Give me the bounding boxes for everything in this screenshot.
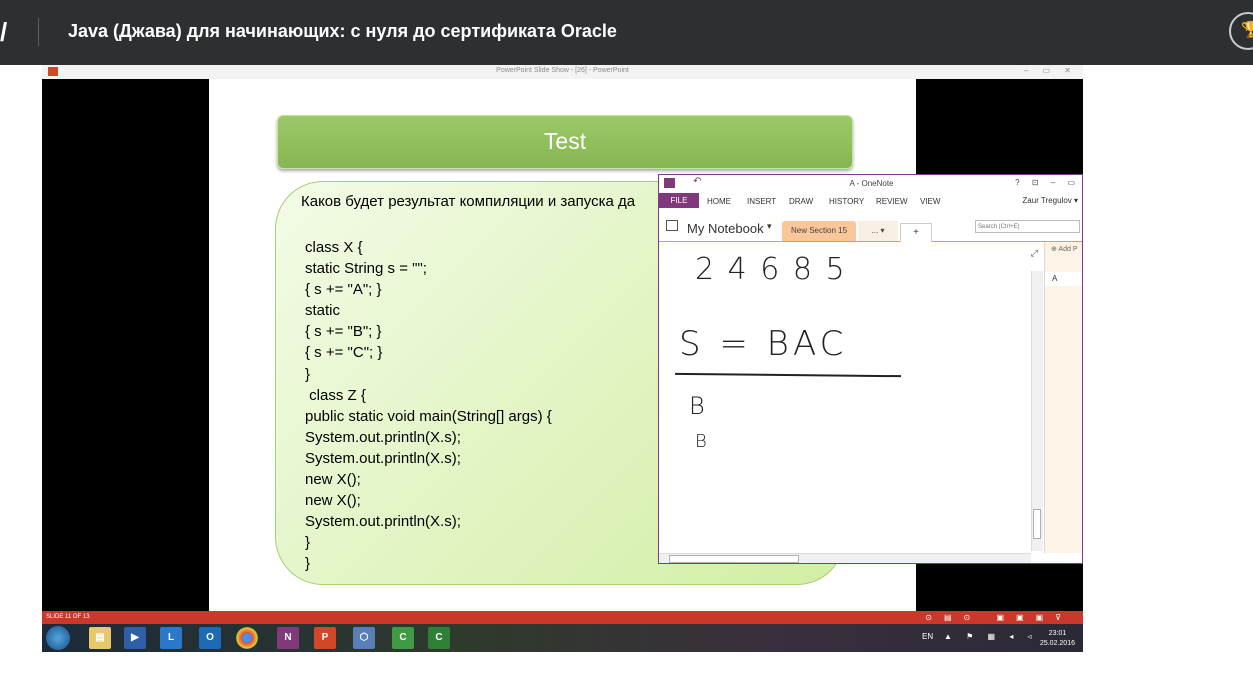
- ink-letter-b-2: B: [695, 431, 707, 452]
- language-indicator[interactable]: EN: [922, 632, 933, 641]
- clock-date: 25.02.2016: [1039, 640, 1075, 647]
- section-tab-new-section-15[interactable]: New Section 15: [782, 221, 856, 241]
- code-listing: class X { static String s = ""; { s += "…: [305, 239, 552, 573]
- add-section-button[interactable]: +: [900, 223, 932, 242]
- chevron-down-icon[interactable]: ▾: [767, 221, 772, 232]
- tab-review[interactable]: REVIEW: [876, 197, 908, 206]
- add-page-button[interactable]: ⊕ Add P: [1051, 245, 1078, 253]
- horizontal-scrollbar[interactable]: [659, 553, 1031, 563]
- page-item[interactable]: A: [1045, 272, 1082, 286]
- lync-icon[interactable]: L: [160, 627, 182, 649]
- course-header: / Java (Джава) для начинающих: с нуля до…: [0, 0, 1253, 65]
- virtualbox-icon[interactable]: ⬡: [353, 627, 375, 649]
- ink-underline: [674, 372, 902, 378]
- notebook-bar: My Notebook ▾ New Section 15 ... ▾ + Sea…: [659, 209, 1082, 242]
- slideshow-view-icons[interactable]: ⊙▤⊙ ▣▣▣⊽: [925, 613, 1073, 622]
- powerpoint-taskbar-icon[interactable]: P: [314, 627, 336, 649]
- tab-insert[interactable]: INSERT: [747, 197, 776, 206]
- clock-time: 23:01: [1048, 630, 1067, 637]
- slideshow-statusbar: SLIDE 11 OF 13 ⊙▤⊙ ▣▣▣⊽: [42, 611, 1083, 624]
- onenote-window-controls[interactable]: ? ⊡ – ▭: [1015, 178, 1080, 187]
- header-divider: [38, 18, 39, 46]
- tab-history[interactable]: HISTORY: [829, 197, 864, 206]
- media-player-icon[interactable]: ▶: [124, 627, 146, 649]
- vertical-scrollbar[interactable]: [1031, 271, 1043, 551]
- vertical-scrollbar-thumb[interactable]: [1033, 509, 1041, 539]
- progress-trophy-icon[interactable]: 🏆: [1229, 12, 1253, 50]
- tab-draw[interactable]: DRAW: [789, 197, 813, 206]
- page-list-pane: ⊕ Add P A: [1044, 242, 1082, 553]
- slide-title: Test: [543, 128, 587, 154]
- onenote-window[interactable]: ↶ A - OneNote ? ⊡ – ▭ FILE HOME INSERT D…: [658, 174, 1083, 564]
- windows-start-icon[interactable]: [46, 626, 70, 650]
- onenote-taskbar-icon[interactable]: N: [277, 627, 299, 649]
- udemy-logo[interactable]: /: [0, 18, 14, 46]
- powerpoint-window-controls[interactable]: – ▭ ✕: [1024, 66, 1077, 75]
- onenote-ribbon-tabs: FILE HOME INSERT DRAW HISTORY REVIEW VIE…: [659, 191, 1082, 209]
- tab-home[interactable]: HOME: [707, 197, 731, 206]
- system-clock[interactable]: 23:01 25.02.2016: [1040, 629, 1075, 649]
- windows-taskbar: ▤ ▶ L O N P ⬡ C C EN ▲ ⚑ ▦ ◂ ◃ 23:01 25.…: [42, 624, 1083, 652]
- tab-view[interactable]: VIEW: [920, 197, 940, 206]
- expand-icon[interactable]: ⤢: [1031, 248, 1038, 259]
- horizontal-scrollbar-thumb[interactable]: [669, 555, 799, 563]
- ink-result-line: S = BAC: [679, 324, 848, 364]
- onenote-titlebar: ↶ A - OneNote ? ⊡ – ▭: [659, 175, 1082, 191]
- ink-number-line: 2 4 6 8 5: [695, 252, 847, 287]
- slide-counter: SLIDE 11 OF 13: [46, 614, 90, 620]
- file-explorer-icon[interactable]: ▤: [89, 627, 111, 649]
- video-player[interactable]: PowerPoint Slide Show - [26] - PowerPoin…: [42, 65, 1083, 652]
- search-input[interactable]: Search (Ctrl+E): [975, 220, 1080, 233]
- powerpoint-titlebar: PowerPoint Slide Show - [26] - PowerPoin…: [42, 65, 1083, 79]
- course-title[interactable]: Java (Джава) для начинающих: с нуля до с…: [68, 21, 617, 42]
- camtasia-recorder-icon[interactable]: C: [428, 627, 450, 649]
- section-tab-more[interactable]: ... ▾: [858, 221, 898, 241]
- notebook-icon: [666, 220, 678, 231]
- ink-letter-b-1: B: [689, 392, 705, 420]
- outlook-icon[interactable]: O: [199, 627, 221, 649]
- tab-file[interactable]: FILE: [659, 193, 699, 208]
- slide-question: Каков будет результат компиляции и запус…: [301, 193, 636, 210]
- camtasia-icon[interactable]: C: [392, 627, 414, 649]
- user-account[interactable]: Zaur Tregulov ▾: [1022, 196, 1078, 205]
- notebook-name[interactable]: My Notebook: [687, 221, 764, 236]
- slide-title-banner: Test: [277, 115, 853, 169]
- powerpoint-window-title: PowerPoint Slide Show - [26] - PowerPoin…: [496, 67, 629, 74]
- note-page-canvas[interactable]: 2 4 6 8 5 S = BAC B B ⤢: [659, 242, 1038, 553]
- system-tray-icons[interactable]: ▲ ⚑ ▦ ◂ ◃: [944, 632, 1038, 641]
- chrome-icon[interactable]: [236, 627, 258, 649]
